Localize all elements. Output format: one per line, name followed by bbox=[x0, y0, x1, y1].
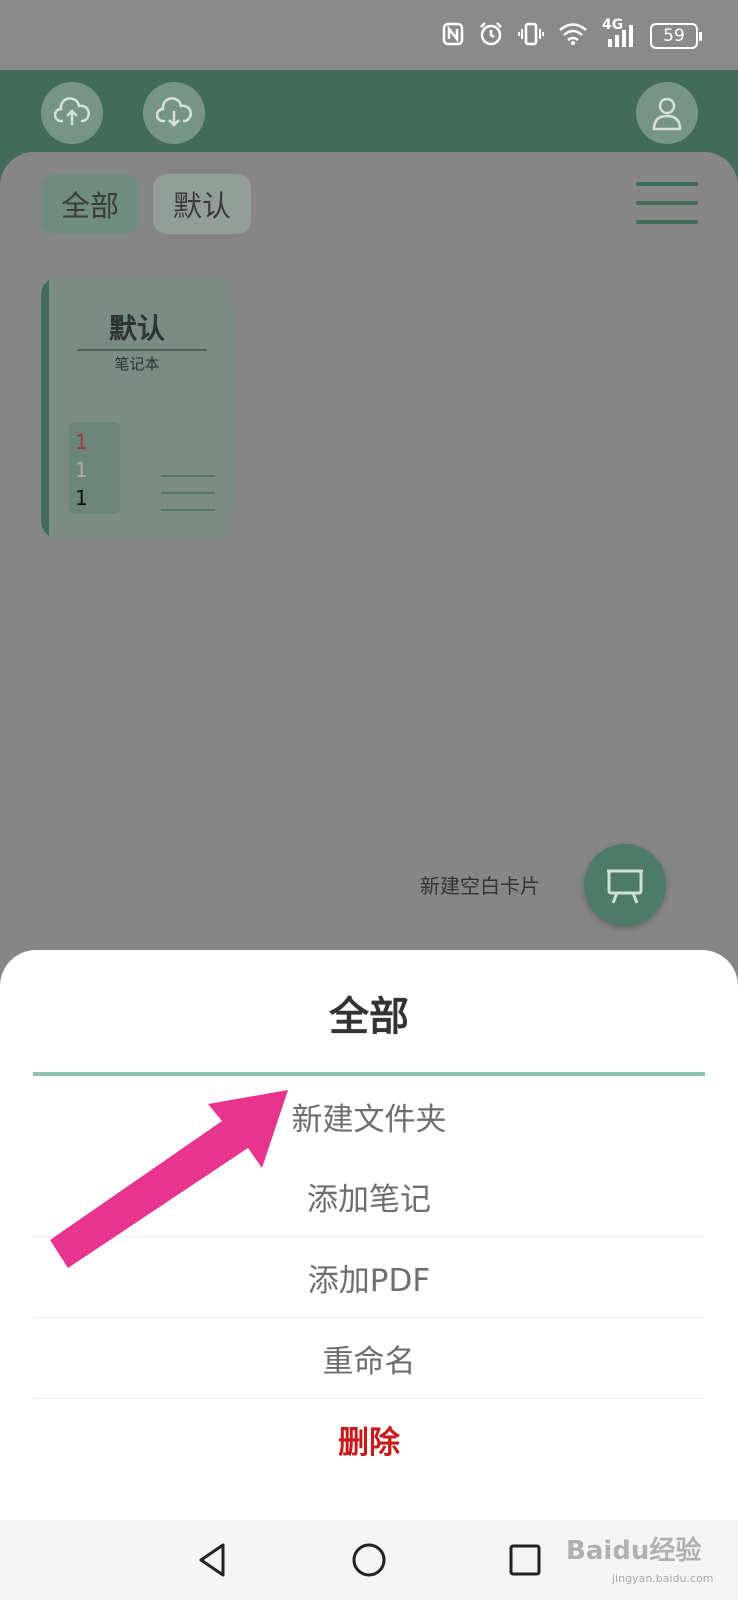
option-new-folder[interactable]: 新建文件夹 bbox=[33, 1076, 705, 1156]
cloud-upload-button[interactable] bbox=[41, 82, 103, 144]
notebook-title-underline bbox=[77, 349, 207, 351]
watermark-brand: Baidu经验 bbox=[566, 1536, 702, 1566]
hamburger-menu-icon[interactable] bbox=[636, 182, 698, 224]
option-rename[interactable]: 重命名 bbox=[33, 1318, 705, 1398]
battery-level: 59 bbox=[663, 26, 685, 46]
tab-default[interactable]: 默认 bbox=[153, 174, 252, 234]
vibrate-icon bbox=[518, 21, 544, 51]
option-add-note[interactable]: 添加笔记 bbox=[33, 1156, 705, 1236]
back-button[interactable] bbox=[190, 1538, 234, 1582]
notebook-rule bbox=[161, 509, 215, 511]
notebook-count: 1 bbox=[75, 430, 88, 454]
main-panel: 全部 默认 默认 笔记本 1 1 1 bbox=[0, 152, 738, 952]
user-profile-button[interactable] bbox=[636, 82, 698, 144]
battery-icon: 59 bbox=[650, 23, 702, 49]
cloud-upload-icon bbox=[54, 97, 90, 125]
user-icon bbox=[652, 97, 682, 131]
recents-square-icon bbox=[509, 1544, 541, 1576]
status-bar: 4G 59 bbox=[0, 0, 738, 70]
tab-all[interactable]: 全部 bbox=[41, 174, 140, 234]
option-delete[interactable]: 删除 bbox=[33, 1399, 705, 1479]
easel-icon bbox=[607, 869, 643, 904]
network-type: 4G bbox=[602, 17, 624, 33]
home-circle-icon bbox=[352, 1543, 386, 1577]
notebook-rule bbox=[161, 492, 215, 494]
notebook-rule bbox=[161, 475, 215, 477]
notebook-title: 默认 bbox=[108, 312, 165, 345]
watermark-url: jingyan.baidu.com bbox=[612, 1572, 714, 1585]
wifi-icon bbox=[558, 22, 588, 50]
signal-icon: 4G bbox=[602, 17, 636, 49]
sheet-title: 全部 bbox=[329, 994, 409, 1040]
notebook-subtitle: 笔记本 bbox=[114, 355, 160, 373]
back-triangle-icon bbox=[199, 1543, 225, 1577]
alarm-icon bbox=[478, 21, 504, 51]
action-sheet: 全部 新建文件夹 添加笔记 添加PDF 重命名 删除 bbox=[0, 950, 738, 1520]
option-add-pdf[interactable]: 添加PDF bbox=[33, 1237, 705, 1317]
notebook-count: 1 bbox=[75, 486, 88, 510]
notebook-card[interactable]: 默认 笔记本 1 1 1 bbox=[41, 277, 233, 539]
recents-button[interactable] bbox=[503, 1538, 547, 1582]
cloud-download-button[interactable] bbox=[143, 82, 205, 144]
new-blank-card-button[interactable] bbox=[584, 844, 666, 926]
fab-label: 新建空白卡片 bbox=[420, 874, 540, 898]
nfc-icon bbox=[442, 22, 464, 50]
status-icons: 4G 59 bbox=[442, 17, 702, 52]
home-button[interactable] bbox=[347, 1538, 391, 1582]
notebook-count: 1 bbox=[75, 458, 88, 482]
cloud-download-icon bbox=[156, 97, 192, 127]
notebook-counts: 1 1 1 bbox=[69, 422, 120, 514]
